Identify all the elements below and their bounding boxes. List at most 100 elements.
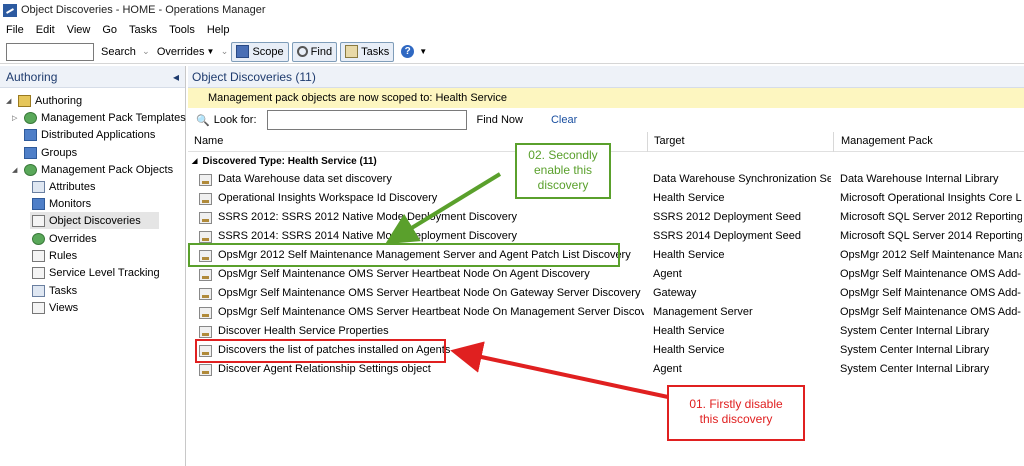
tree-item-management-pack-objects[interactable]: ◢ Management Pack Objects	[12, 161, 173, 178]
menu-go[interactable]: Go	[102, 24, 117, 36]
tree-item-label: Distributed Applications	[41, 128, 156, 141]
tree-item-rules[interactable]: Rules	[32, 247, 77, 264]
row-name: SSRS 2014: SSRS 2014 Native Mode Deploym…	[218, 230, 517, 242]
tasks-icon	[345, 45, 359, 58]
toolbar: Search ⌄ Overrides ▼ ⌄ Scope Find Tasks ?…	[0, 40, 1024, 64]
find-now-button[interactable]: Find Now	[477, 114, 523, 126]
discovery-icon	[199, 193, 212, 205]
look-for-bar: 🔍 Look for: Find Now Clear	[188, 108, 1024, 132]
row-target: Agent	[653, 268, 682, 280]
views-icon	[32, 301, 45, 314]
overrides-dropdown[interactable]: Overrides ▼	[153, 42, 219, 62]
tree-item-management-pack-templates[interactable]: ▷ Management Pack Templates	[12, 109, 186, 126]
group-header-label: Discovered Type: Health Service (11)	[202, 155, 377, 167]
magnifier-icon: 🔍	[196, 114, 210, 127]
row-management-pack: OpsMgr Self Maintenance OMS Add-...	[840, 287, 1022, 299]
tree-item-monitors[interactable]: Monitors	[32, 195, 91, 212]
tree-expand-icon[interactable]: ▷	[12, 114, 21, 122]
tree-item-label: Authoring	[35, 94, 83, 107]
green-highlight-box	[188, 243, 620, 267]
help-button[interactable]: ? ▼	[397, 42, 431, 62]
toolbar-overflow-icon[interactable]: ⌄	[142, 46, 150, 57]
menu-edit[interactable]: Edit	[36, 24, 55, 36]
row-target: Health Service	[653, 192, 725, 204]
menu-tools[interactable]: Tools	[169, 24, 195, 36]
row-target: Gateway	[653, 287, 697, 299]
navigation-pane-title: Authoring	[6, 69, 58, 84]
green-callout-line: enable this	[533, 163, 593, 177]
management-pack-objects-icon	[24, 163, 37, 176]
discovery-icon	[199, 326, 212, 338]
tree-item-service-level-tracking[interactable]: Service Level Tracking	[32, 264, 160, 281]
green-callout-line: discovery	[537, 178, 589, 192]
group-collapse-icon[interactable]: ◢	[192, 157, 197, 165]
row-target: SSRS 2012 Deployment Seed	[653, 211, 801, 223]
navigation-pane-header: Authoring ◂	[0, 66, 185, 88]
discovery-icon	[199, 364, 212, 376]
tree-collapse-icon[interactable]: ◢	[12, 166, 21, 174]
table-row[interactable]: SSRS 2012: SSRS 2012 Native Mode Deploym…	[188, 208, 1024, 227]
toolbar-overflow-icon[interactable]: ⌄	[220, 46, 229, 57]
clear-button[interactable]: Clear	[551, 114, 577, 126]
tree-item-distributed-applications[interactable]: Distributed Applications	[24, 126, 155, 143]
column-divider[interactable]	[833, 132, 834, 152]
row-management-pack: Microsoft Operational Insights Core Li..…	[840, 192, 1022, 204]
table-row[interactable]: OpsMgr Self Maintenance OMS Server Heart…	[188, 303, 1024, 322]
find-icon	[296, 46, 308, 57]
menu-help[interactable]: Help	[207, 24, 230, 36]
row-target: SSRS 2014 Deployment Seed	[653, 230, 801, 242]
row-management-pack: Microsoft SQL Server 2012 Reporting S...	[840, 211, 1022, 223]
tasks-label: Tasks	[361, 45, 390, 58]
attributes-icon	[32, 180, 45, 193]
column-header-management-pack[interactable]: Management Pack	[841, 135, 933, 147]
menu-view[interactable]: View	[67, 24, 91, 36]
scope-button[interactable]: Scope	[231, 41, 289, 62]
tree-item-label: Attributes	[49, 180, 96, 193]
scope-label: Scope	[252, 45, 284, 58]
authoring-icon	[18, 94, 31, 107]
search-input[interactable]	[6, 42, 94, 61]
row-management-pack: OpsMgr Self Maintenance OMS Add-...	[840, 268, 1022, 280]
tree-item-attributes[interactable]: Attributes	[32, 178, 95, 195]
menu-tasks[interactable]: Tasks	[129, 24, 157, 36]
column-header-name[interactable]: Name	[194, 135, 223, 147]
tree-item-label: Monitors	[49, 197, 92, 210]
row-name: OpsMgr Self Maintenance OMS Server Heart…	[218, 306, 644, 318]
chevron-down-icon: ▼	[419, 47, 428, 56]
monitors-icon	[32, 197, 45, 210]
tree-item-object-discoveries[interactable]: Object Discoveries	[30, 212, 159, 229]
group-header[interactable]: ◢ Discovered Type: Health Service (11)	[192, 153, 377, 169]
tree-collapse-icon[interactable]: ◢	[6, 97, 15, 105]
discovery-icon	[199, 288, 212, 300]
row-target: Health Service	[653, 249, 725, 261]
tree-item-tasks[interactable]: Tasks	[32, 282, 77, 299]
table-row[interactable]: OpsMgr Self Maintenance OMS Server Heart…	[188, 284, 1024, 303]
tree-item-groups[interactable]: Groups	[24, 144, 77, 161]
discovery-icon	[199, 231, 212, 243]
overrides-label: Overrides	[156, 45, 205, 58]
tree-item-label: Views	[49, 301, 79, 314]
scope-notice-bar: Management pack objects are now scoped t…	[188, 88, 1024, 108]
row-target: Data Warehouse Synchronization Ser...	[653, 173, 831, 185]
help-icon: ?	[401, 45, 415, 58]
groups-icon	[24, 146, 37, 159]
menu-file[interactable]: File	[6, 24, 24, 36]
tree-item-label: Service Level Tracking	[49, 266, 160, 279]
table-row[interactable]: OpsMgr Self Maintenance OMS Server Heart…	[188, 265, 1024, 284]
tree-item-label: Tasks	[49, 284, 78, 297]
tree-item-views[interactable]: Views	[32, 299, 78, 316]
tree-item-overrides[interactable]: Overrides	[32, 230, 97, 247]
tasks-tree-icon	[32, 284, 45, 297]
tree-item-label: Management Pack Objects	[41, 163, 174, 176]
column-divider[interactable]	[647, 132, 648, 152]
search-button[interactable]: Search	[97, 42, 140, 62]
collapse-pane-icon[interactable]: ◂	[173, 70, 179, 84]
row-name: SSRS 2012: SSRS 2012 Native Mode Deploym…	[218, 211, 517, 223]
look-for-input[interactable]	[266, 110, 467, 130]
row-target: Management Server	[653, 306, 753, 318]
column-header-target[interactable]: Target	[654, 135, 685, 147]
tree-item-label: Management Pack Templates	[41, 111, 186, 124]
find-button[interactable]: Find	[291, 41, 338, 62]
tree-item-authoring[interactable]: ◢ Authoring	[6, 92, 82, 109]
tasks-button[interactable]: Tasks	[340, 41, 395, 62]
